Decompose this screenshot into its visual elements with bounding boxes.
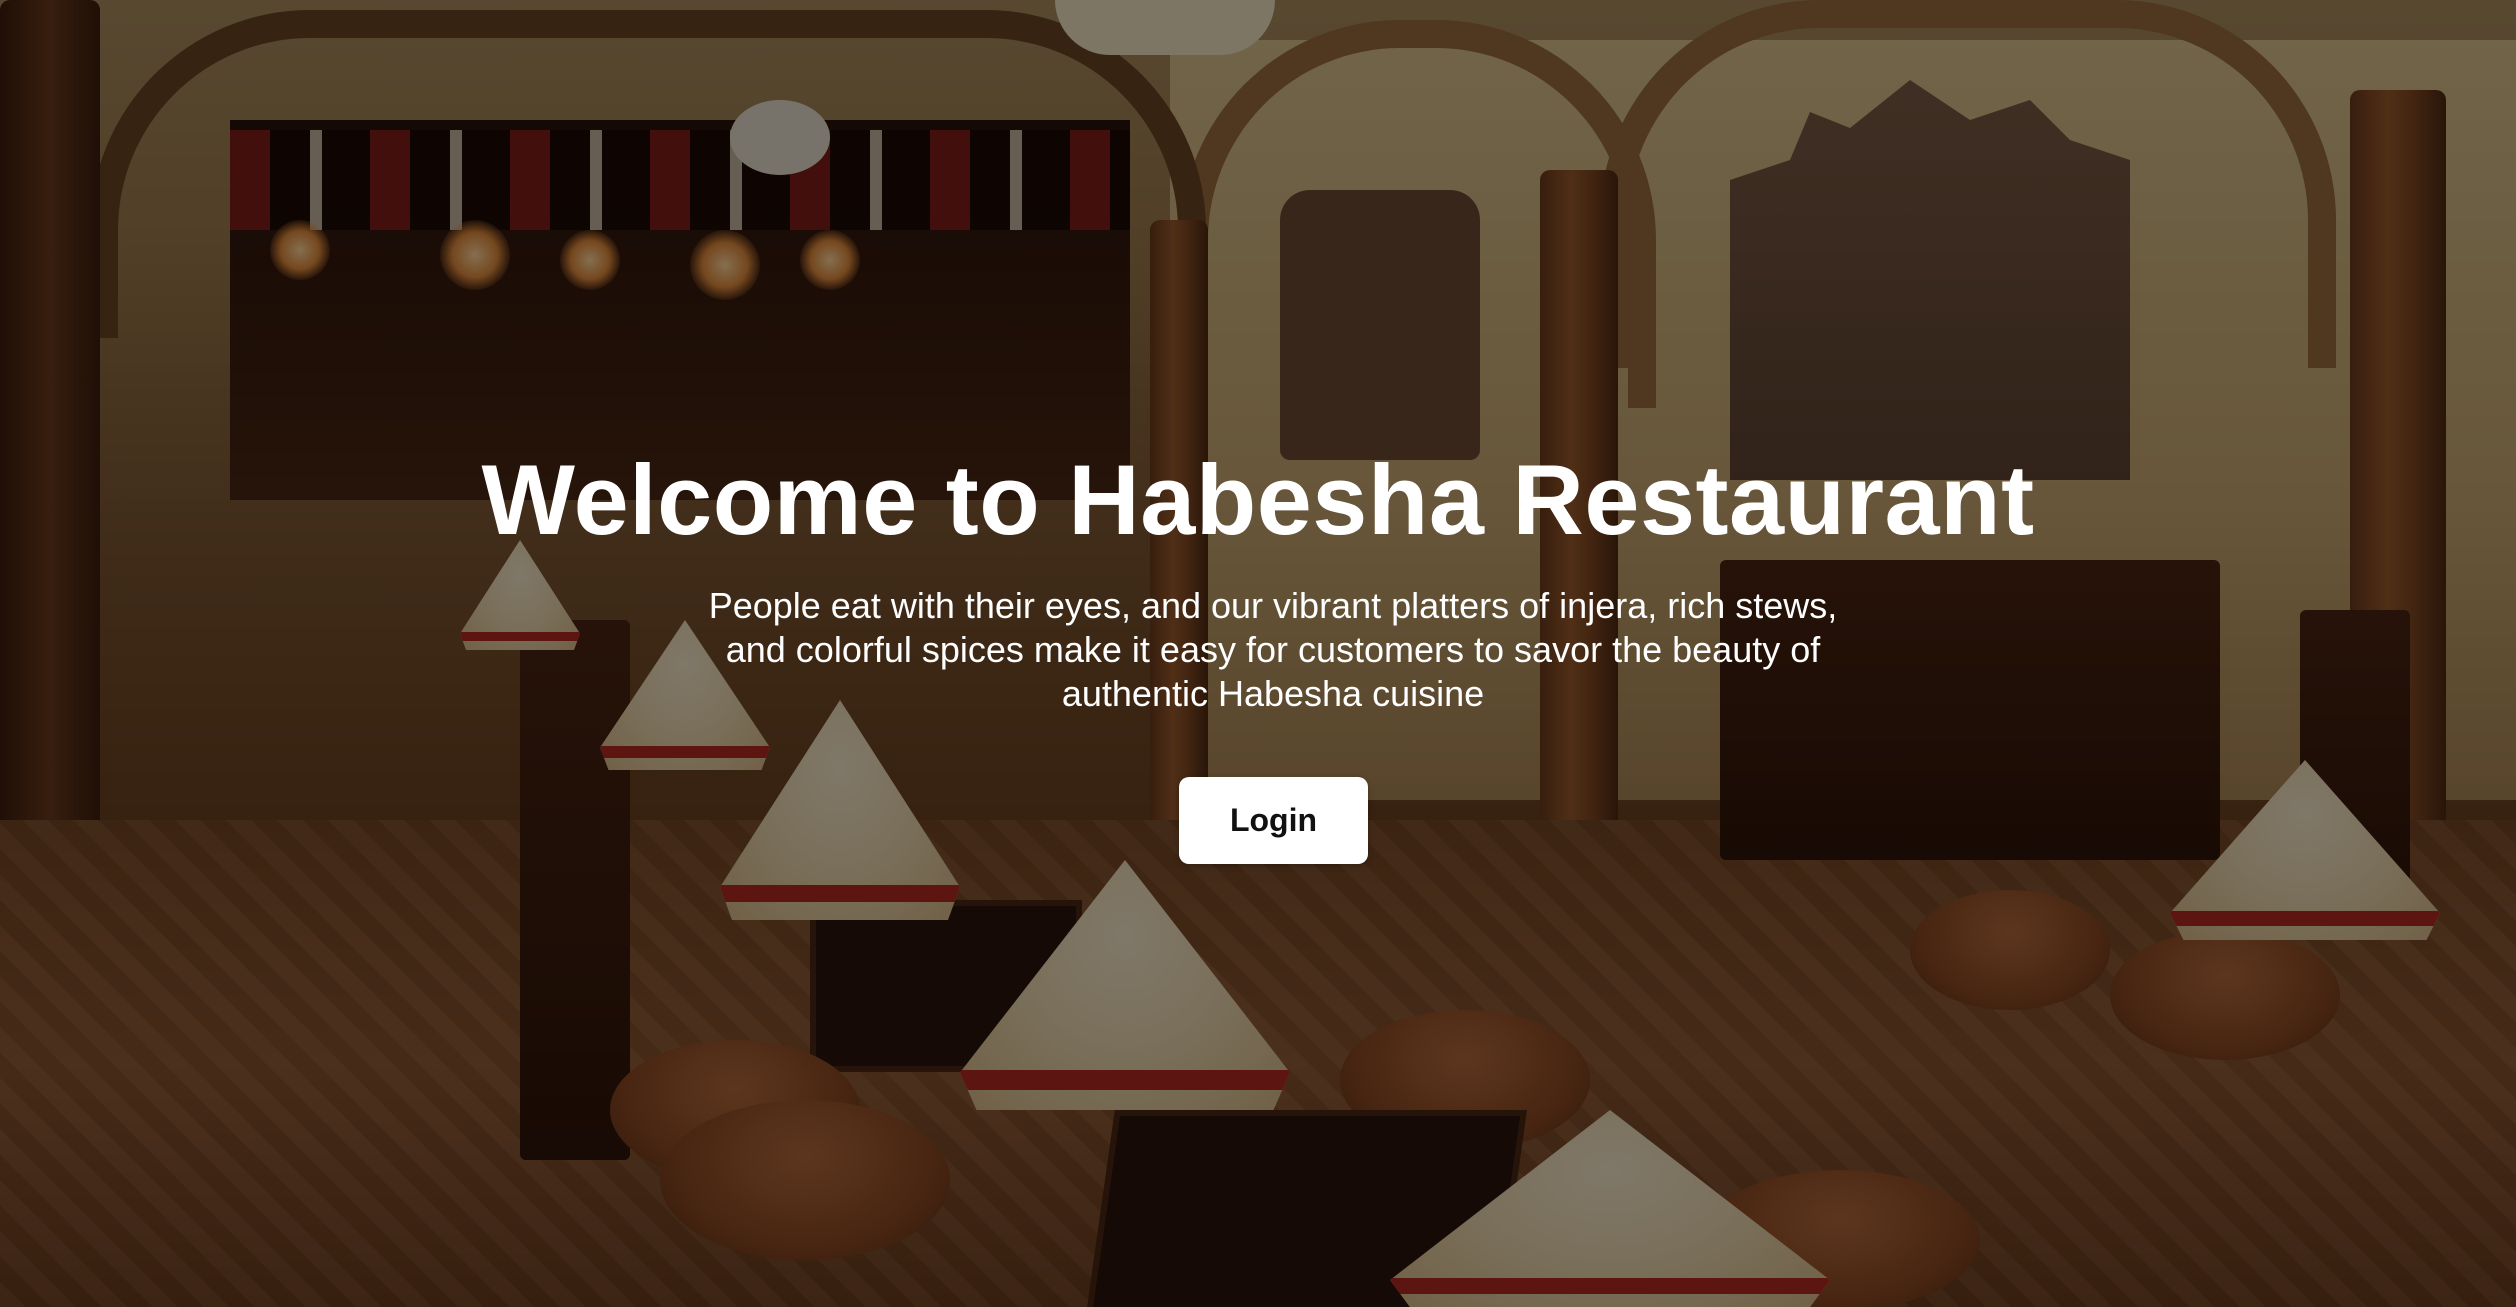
hero-subtitle: People eat with their eyes, and our vibr…	[708, 585, 1838, 714]
login-button[interactable]: Login	[1179, 777, 1368, 864]
hero-section: Welcome to Habesha Restaurant People eat…	[0, 0, 2516, 1307]
hero-content: Welcome to Habesha Restaurant People eat…	[0, 0, 2516, 1307]
hero-title: Welcome to Habesha Restaurant	[481, 444, 2035, 555]
